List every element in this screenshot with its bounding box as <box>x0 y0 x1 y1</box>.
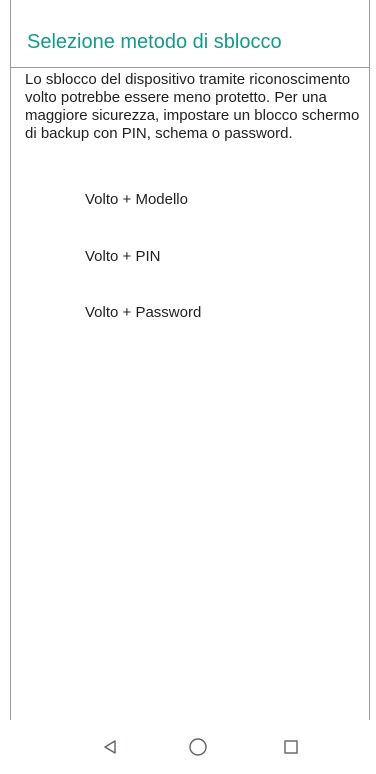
dialog-header: Selezione metodo di sblocco <box>11 0 369 68</box>
option-face-pin[interactable]: Volto + PIN <box>85 248 160 266</box>
dialog-description: Lo sblocco del dispositivo tramite ricon… <box>25 71 360 142</box>
recents-icon <box>284 740 298 754</box>
dialog-title: Selezione metodo di sblocco <box>27 31 282 53</box>
back-icon <box>104 740 116 754</box>
nav-back-button[interactable] <box>98 735 122 759</box>
option-face-password[interactable]: Volto + Password <box>85 304 201 322</box>
nav-home-button[interactable] <box>186 735 210 759</box>
home-icon <box>189 738 207 756</box>
nav-recents-button[interactable] <box>279 735 303 759</box>
system-navigation-bar <box>0 720 376 774</box>
unlock-method-dialog: Selezione metodo di sblocco Lo sblocco d… <box>10 0 370 720</box>
option-face-pattern[interactable]: Volto + Modello <box>85 191 188 209</box>
